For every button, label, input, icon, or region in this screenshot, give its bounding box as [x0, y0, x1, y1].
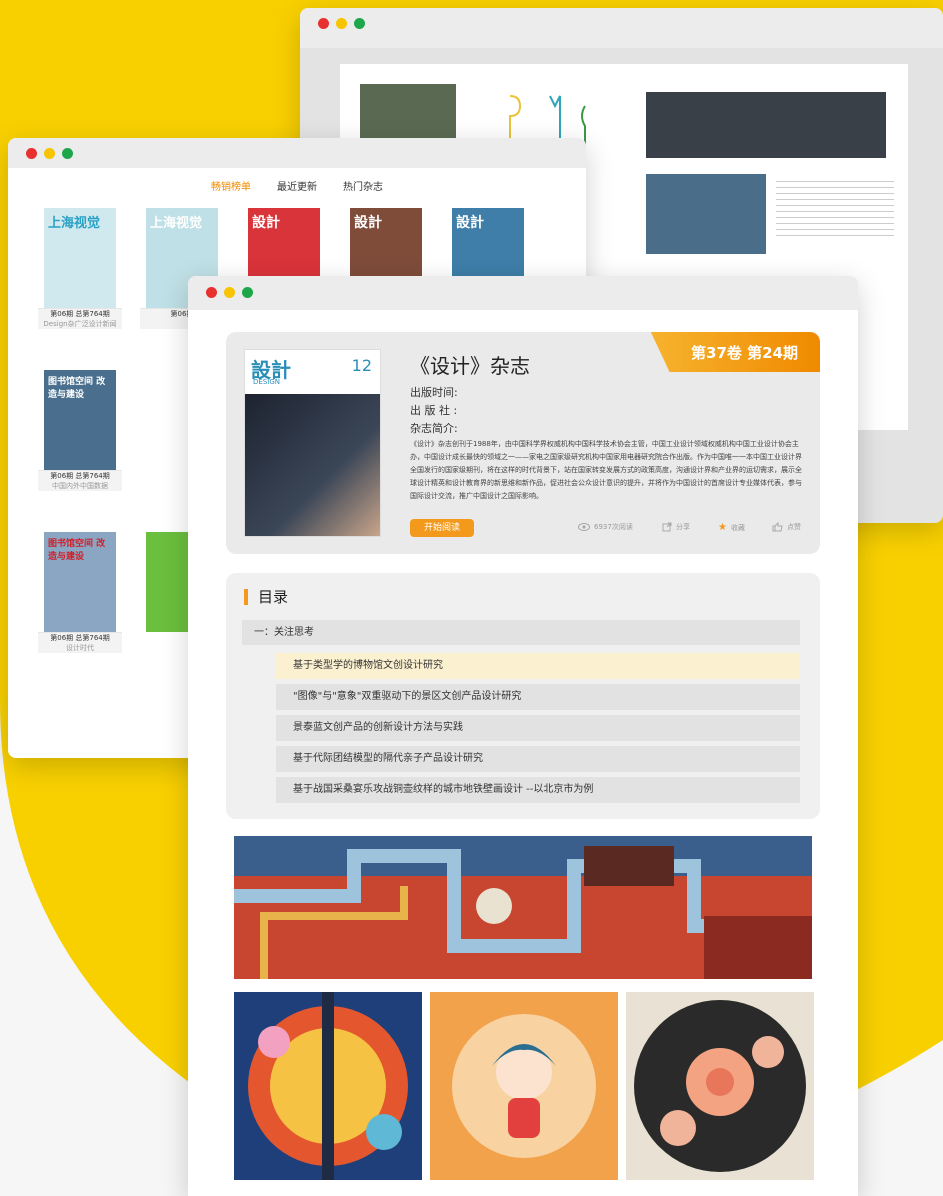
- tab-recent[interactable]: 最近更新: [277, 178, 317, 193]
- cover-subtitle: DESIGN: [253, 378, 280, 386]
- eye-icon: [578, 523, 590, 531]
- close-dot-icon[interactable]: [318, 18, 329, 29]
- share-icon: [662, 522, 672, 532]
- toc-item[interactable]: 基于类型学的博物馆文创设计研究: [276, 653, 800, 679]
- book-plate: 第06期 总第764期 中国内外中国数据: [38, 470, 122, 491]
- character-artwork: [430, 992, 618, 1180]
- category-tabs: 畅销榜单 最近更新 热门杂志: [8, 168, 586, 193]
- magazine-description: 《设计》杂志创刊于1988年，由中国科学界权威机构中国科学技术协会主管，中国工业…: [410, 440, 802, 500]
- maximize-dot-icon[interactable]: [242, 287, 253, 298]
- collect-button[interactable]: ★ 收藏: [718, 522, 745, 533]
- book-cover: 图书馆空间 改造与建设: [44, 532, 116, 632]
- start-reading-button[interactable]: 开始阅读: [410, 519, 474, 537]
- gallery-image-mural[interactable]: [234, 836, 812, 979]
- read-count: 6937次阅读: [578, 522, 633, 532]
- issue-badge: 第37卷 第24期: [650, 332, 820, 372]
- magazine-title: 《设计》杂志: [410, 354, 530, 378]
- toc-item[interactable]: 景泰蓝文创产品的创新设计方法与实践: [276, 715, 800, 741]
- book-plate: 第06期 总第764期 Design杂广泛设计新闻: [38, 308, 122, 329]
- toc-item[interactable]: 基于战国采桑宴乐攻战铜壶纹样的城市地铁壁画设计 --以北京市为例: [276, 777, 800, 803]
- star-icon: ★: [718, 522, 727, 533]
- share-button[interactable]: 分享: [662, 522, 690, 532]
- like-button[interactable]: 点赞: [772, 522, 801, 532]
- window-titlebar: [188, 276, 858, 310]
- toc-title: 目录: [244, 589, 288, 605]
- book-plate: 第06期 总第764期 设计时代: [38, 632, 122, 653]
- close-dot-icon[interactable]: [206, 287, 217, 298]
- tab-popular[interactable]: 热门杂志: [343, 178, 383, 193]
- gallery-image-character[interactable]: [430, 992, 618, 1180]
- magazine-info-card: 第37卷 第24期 設計 DESIGN 12 《设计》杂志 出版时间: 出 版 …: [226, 332, 820, 554]
- book-item[interactable]: 图书馆空间 改造与建设 第06期 总第764期 中国内外中国数据: [38, 370, 122, 491]
- cover-photo: [245, 394, 380, 536]
- flower-artwork: [234, 992, 422, 1180]
- gallery-image-peony[interactable]: [626, 992, 814, 1180]
- text-column: [776, 176, 894, 236]
- magazine-cover[interactable]: 設計 DESIGN 12: [244, 349, 381, 537]
- book-item[interactable]: 上海视觉 第06期 总第764期 Design杂广泛设计新闻: [38, 208, 122, 329]
- table-of-contents: 目录 一：关注思考 基于类型学的博物馆文创设计研究 "图像"与"意象"双重驱动下…: [226, 573, 820, 819]
- front-window: 第37卷 第24期 設計 DESIGN 12 《设计》杂志 出版时间: 出 版 …: [188, 276, 858, 1196]
- publisher-label: 出 版 社 :: [410, 404, 458, 417]
- photo-sea: [646, 174, 766, 254]
- thumbs-up-icon: [772, 522, 783, 532]
- peony-artwork: [626, 992, 814, 1180]
- window-titlebar: [8, 138, 586, 168]
- minimize-dot-icon[interactable]: [44, 148, 55, 159]
- maximize-dot-icon[interactable]: [62, 148, 73, 159]
- gallery-image-flowers[interactable]: [234, 992, 422, 1180]
- tab-bestsellers[interactable]: 畅销榜单: [211, 178, 251, 193]
- window-titlebar: [300, 8, 943, 48]
- toc-chapter[interactable]: 一：关注思考: [242, 620, 800, 645]
- toc-item[interactable]: "图像"与"意象"双重驱动下的景区文创产品设计研究: [276, 684, 800, 710]
- book-item[interactable]: 图书馆空间 改造与建设 第06期 总第764期 设计时代: [38, 532, 122, 653]
- photo-machine: [646, 92, 886, 158]
- intro-label: 杂志简介:: [410, 422, 458, 435]
- cover-issue-number: 12: [351, 356, 372, 375]
- mural-artwork: [234, 836, 812, 979]
- minimize-dot-icon[interactable]: [336, 18, 347, 29]
- minimize-dot-icon[interactable]: [224, 287, 235, 298]
- book-cover: 上海视觉: [44, 208, 116, 308]
- close-dot-icon[interactable]: [26, 148, 37, 159]
- publish-time-label: 出版时间:: [410, 386, 458, 399]
- toc-item[interactable]: 基于代际团结模型的隔代亲子产品设计研究: [276, 746, 800, 772]
- maximize-dot-icon[interactable]: [354, 18, 365, 29]
- book-cover: 图书馆空间 改造与建设: [44, 370, 116, 470]
